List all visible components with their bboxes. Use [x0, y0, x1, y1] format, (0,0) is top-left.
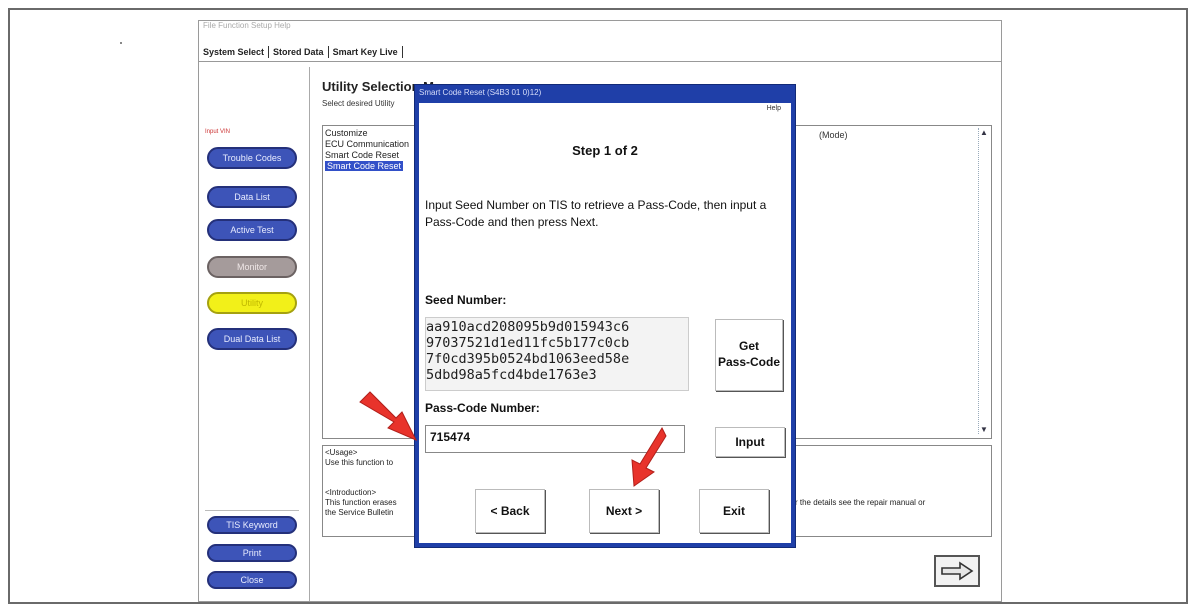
right-arrow-icon — [941, 561, 974, 581]
get-pass-code-button[interactable]: Get Pass-Code — [715, 319, 783, 391]
tab-smart-key-live[interactable]: Smart Key Live — [329, 46, 403, 58]
step-indicator: Step 1 of 2 — [572, 143, 638, 158]
smart-code-reset-dialog: Smart Code Reset (S4B3 01 0)12) Help Ste… — [414, 84, 796, 548]
help-link[interactable]: Help — [767, 105, 781, 112]
seed-number-value: aa910acd208095b9d015943c6 97037521d1ed11… — [426, 319, 630, 383]
tab-divider — [199, 61, 1001, 62]
usage-heading: <Usage> — [325, 448, 358, 457]
tab-strip: System Select Stored Data Smart Key Live — [199, 43, 403, 61]
pass-code-input[interactable]: 715474 — [425, 425, 685, 453]
list-item[interactable]: Customize — [325, 128, 368, 138]
trouble-codes-button[interactable]: Trouble Codes — [207, 147, 297, 169]
list-column-text: (Mode) — [819, 130, 848, 140]
tab-system-select[interactable]: System Select — [199, 46, 270, 58]
scroll-up-icon[interactable]: ▲ — [980, 128, 988, 137]
introduction-heading: <Introduction> — [325, 488, 377, 497]
tis-keyword-button[interactable]: TIS Keyword — [207, 516, 297, 534]
tab-stored-data[interactable]: Stored Data — [269, 46, 329, 58]
data-list-button[interactable]: Data List — [207, 186, 297, 208]
active-test-button[interactable]: Active Test — [207, 219, 297, 241]
print-button[interactable]: Print — [207, 544, 297, 562]
instruction-text: Input Seed Number on TIS to retrieve a P… — [425, 198, 767, 229]
dialog-title: Smart Code Reset (S4B3 01 0)12) — [419, 88, 542, 97]
sidebar-divider — [205, 510, 299, 511]
dialog-body: Help Step 1 of 2 Input Seed Number on TI… — [419, 103, 791, 543]
list-item[interactable]: ECU Communication — [325, 139, 409, 149]
sidebar: Input VIN Trouble Codes Data List Active… — [199, 67, 307, 601]
get-pass-code-label: Get Pass-Code — [717, 339, 781, 369]
input-vin-link[interactable]: Input VIN — [205, 129, 230, 135]
page-subtitle: Select desired Utility — [322, 99, 395, 108]
introduction-text: the Service Bulletin — [325, 508, 394, 517]
close-button[interactable]: Close — [207, 571, 297, 589]
list-item[interactable]: Smart Code Reset — [325, 150, 399, 160]
dual-data-list-button[interactable]: Dual Data List — [207, 328, 297, 350]
input-button[interactable]: Input — [715, 427, 785, 457]
speck — [120, 42, 122, 44]
introduction-text-right: r the details see the repair manual or — [795, 498, 926, 507]
back-button[interactable]: < Back — [475, 489, 545, 533]
menu-bar[interactable]: File Function Setup Help — [199, 21, 1001, 33]
scroll-down-icon[interactable]: ▼ — [980, 425, 988, 434]
exit-button[interactable]: Exit — [699, 489, 769, 533]
seed-number-field: aa910acd208095b9d015943c6 97037521d1ed11… — [425, 317, 689, 391]
introduction-text: This function erases — [325, 498, 397, 507]
list-item-selected[interactable]: Smart Code Reset — [325, 161, 404, 171]
utility-button[interactable]: Utility — [207, 292, 297, 314]
pass-code-label: Pass-Code Number: — [425, 401, 540, 415]
monitor-button[interactable]: Monitor — [207, 256, 297, 278]
next-page-button[interactable] — [934, 555, 980, 587]
list-scrollbar[interactable]: ▲ ▼ — [978, 128, 989, 434]
seed-number-label: Seed Number: — [425, 293, 507, 307]
next-button[interactable]: Next > — [589, 489, 659, 533]
usage-text: Use this function to — [325, 458, 394, 467]
